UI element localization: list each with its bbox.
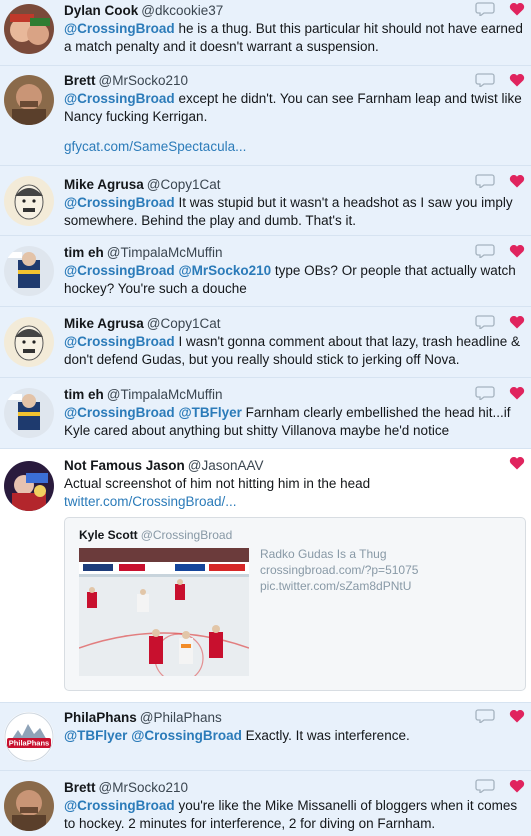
heart-icon[interactable]: [509, 244, 525, 258]
heart-icon[interactable]: [509, 315, 525, 329]
mention-link[interactable]: @TBFlyer: [64, 728, 127, 743]
author-name[interactable]: tim eh: [64, 245, 104, 260]
author-name[interactable]: tim eh: [64, 387, 104, 402]
heart-icon[interactable]: [509, 73, 525, 87]
heart-icon[interactable]: [509, 386, 525, 400]
quoted-tweet-card[interactable]: Kyle Scott @CrossingBroad Radko Gudas Is …: [64, 517, 526, 691]
mention-link[interactable]: @CrossingBroad: [64, 91, 175, 106]
avatar[interactable]: [4, 4, 54, 54]
tweet[interactable]: PhilaPhans PhilaPhans @PhilaPhans @TBFlye…: [0, 703, 531, 771]
tweet[interactable]: Brett @MrSocko210 @CrossingBroad except h…: [0, 66, 531, 166]
tweet[interactable]: Brett @MrSocko210 @CrossingBroad you're l…: [0, 771, 531, 836]
tweet-text: @CrossingBroad you're like the Mike Miss…: [64, 798, 518, 831]
author-handle[interactable]: @MrSocko210: [99, 780, 189, 795]
author-handle[interactable]: @TimpalaMcMuffin: [107, 245, 223, 260]
mention-link[interactable]: @CrossingBroad: [64, 334, 175, 349]
reply-icon[interactable]: [475, 386, 495, 400]
mention-link[interactable]: @CrossingBroad: [131, 728, 242, 743]
author-handle[interactable]: @TimpalaMcMuffin: [107, 387, 223, 402]
reply-icon[interactable]: [475, 73, 495, 87]
author-name[interactable]: Dylan Cook: [64, 3, 138, 18]
tweet[interactable]: tim eh @TimpalaMcMuffin @CrossingBroad @M…: [0, 236, 531, 307]
tweet-text: @CrossingBroad @TBFlyer Farnham clearly …: [64, 405, 511, 438]
mention-link[interactable]: @CrossingBroad: [64, 263, 175, 278]
quoted-author-name[interactable]: Kyle Scott: [79, 528, 138, 542]
tweet-text: @CrossingBroad I wasn't gonna comment ab…: [64, 334, 520, 367]
author-name[interactable]: Brett: [64, 73, 96, 88]
tweet-text: @CrossingBroad It was stupid but it wasn…: [64, 195, 513, 228]
reply-icon[interactable]: [475, 2, 495, 16]
hockey-screenshot-image[interactable]: [79, 548, 249, 676]
author-handle[interactable]: @Copy1Cat: [147, 316, 221, 331]
avatar[interactable]: PhilaPhans: [4, 712, 54, 762]
author-handle[interactable]: @MrSocko210: [99, 73, 189, 88]
author-handle[interactable]: @JasonAAV: [188, 458, 264, 473]
avatar[interactable]: [4, 75, 54, 125]
heart-icon[interactable]: [509, 456, 525, 470]
quoted-author-handle[interactable]: @CrossingBroad: [141, 528, 233, 542]
mention-link[interactable]: @CrossingBroad: [64, 798, 175, 813]
heart-icon[interactable]: [509, 779, 525, 793]
avatar[interactable]: [4, 176, 54, 226]
author-name[interactable]: Mike Agrusa: [64, 177, 144, 192]
author-name[interactable]: Brett: [64, 780, 96, 795]
tweet-text: Actual screenshot of him not hitting him…: [64, 476, 371, 509]
avatar[interactable]: [4, 317, 54, 367]
author-name[interactable]: PhilaPhans: [64, 710, 137, 725]
avatar[interactable]: [4, 461, 54, 511]
avatar[interactable]: [4, 246, 54, 296]
tweet-text: @CrossingBroad he is a thug. But this pa…: [64, 21, 523, 54]
mention-link[interactable]: @MrSocko210: [178, 263, 271, 278]
tweet[interactable]: Mike Agrusa @Copy1Cat @CrossingBroad It w…: [0, 166, 531, 236]
reply-icon[interactable]: [475, 174, 495, 188]
external-link[interactable]: twitter.com/CrossingBroad/...: [64, 494, 237, 509]
reply-icon[interactable]: [475, 244, 495, 258]
heart-icon[interactable]: [509, 174, 525, 188]
tweet[interactable]: Dylan Cook @dkcookie37 @CrossingBroad he …: [0, 0, 531, 66]
author-handle[interactable]: @dkcookie37: [141, 3, 223, 18]
mention-link[interactable]: @TBFlyer: [178, 405, 241, 420]
tweet[interactable]: tim eh @TimpalaMcMuffin @CrossingBroad @T…: [0, 378, 531, 449]
external-link[interactable]: gfycat.com/SameSpectacula...: [64, 139, 246, 154]
reply-icon[interactable]: [475, 709, 495, 723]
mention-link[interactable]: @CrossingBroad: [64, 195, 175, 210]
heart-icon[interactable]: [509, 2, 525, 16]
mention-link[interactable]: @CrossingBroad: [64, 21, 175, 36]
tweet[interactable]: Mike Agrusa @Copy1Cat @CrossingBroad I wa…: [0, 307, 531, 378]
author-name[interactable]: Mike Agrusa: [64, 316, 144, 331]
heart-icon[interactable]: [509, 709, 525, 723]
reply-icon[interactable]: [475, 315, 495, 329]
author-name[interactable]: Not Famous Jason: [64, 458, 185, 473]
avatar[interactable]: [4, 388, 54, 438]
author-handle[interactable]: @Copy1Cat: [147, 177, 221, 192]
tweet-text: @CrossingBroad @MrSocko210 type OBs? Or …: [64, 263, 516, 296]
quoted-tweet-text: Radko Gudas Is a Thug crossingbroad.com/…: [260, 547, 419, 593]
avatar[interactable]: [4, 781, 54, 831]
tweet-text: @TBFlyer @CrossingBroad Exactly. It was …: [64, 728, 410, 743]
reply-icon[interactable]: [475, 779, 495, 793]
avatar-label: PhilaPhans: [9, 739, 49, 748]
author-handle[interactable]: @PhilaPhans: [140, 710, 222, 725]
mention-link[interactable]: @CrossingBroad: [64, 405, 175, 420]
tweet-text: @CrossingBroad except he didn't. You can…: [64, 91, 522, 124]
